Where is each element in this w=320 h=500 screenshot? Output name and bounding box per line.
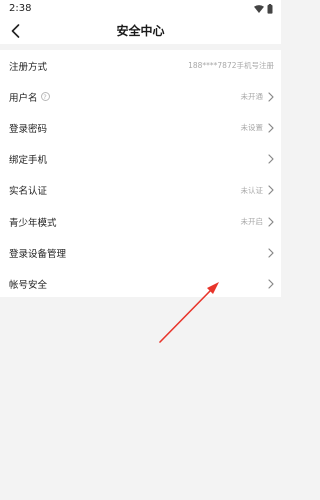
row-label-text: 帐号安全	[9, 279, 48, 291]
row-right	[263, 154, 274, 164]
back-arrow-icon	[11, 24, 19, 38]
row-bind-phone[interactable]: 绑定手机	[0, 144, 281, 175]
row-label-text: 登录密码	[9, 123, 48, 135]
row-real-name-auth[interactable]: 实名认证 未认证	[0, 175, 281, 206]
row-label: 青少年模式	[9, 215, 57, 229]
header-bar: 安全中心	[0, 17, 281, 44]
row-label: 登录密码	[9, 121, 47, 135]
chevron-right-icon	[267, 279, 274, 289]
row-label-text: 注册方式	[9, 61, 48, 73]
row-value: 未设置	[240, 123, 264, 133]
row-label: 登录设备管理	[9, 246, 66, 260]
row-login-password[interactable]: 登录密码 未设置	[0, 112, 281, 143]
chevron-right-icon	[267, 92, 274, 102]
row-right: 188****7872手机号注册	[188, 60, 274, 71]
row-right	[263, 248, 274, 258]
row-right: 未开启	[241, 216, 275, 227]
row-label-text: 用户名	[9, 92, 38, 104]
row-registration-method: 注册方式 188****7872手机号注册	[0, 50, 281, 81]
row-teen-mode[interactable]: 青少年模式 未开启	[0, 206, 281, 237]
status-time: 2:38	[9, 3, 32, 14]
status-bar: 2:38	[0, 0, 281, 17]
row-right: 未设置	[241, 122, 275, 133]
row-value: 未开启	[240, 217, 264, 227]
help-icon[interactable]: ?	[40, 92, 50, 102]
row-label: 用户名 ?	[9, 90, 50, 104]
chevron-right-icon	[267, 123, 274, 133]
page-title: 安全中心	[116, 24, 165, 38]
chevron-right-icon	[267, 248, 274, 258]
row-label-text: 实名认证	[9, 186, 48, 198]
row-label: 注册方式	[9, 59, 47, 73]
back-button[interactable]	[4, 20, 26, 42]
row-label-text: 登录设备管理	[9, 248, 67, 260]
chevron-right-icon	[267, 216, 274, 227]
row-label: 帐号安全	[9, 277, 47, 291]
row-account-security[interactable]: 帐号安全	[0, 268, 281, 299]
empty-background	[0, 297, 281, 500]
row-username[interactable]: 用户名 ? 未开通	[0, 81, 281, 112]
battery-icon	[267, 3, 273, 14]
row-label-text: 青少年模式	[9, 217, 57, 229]
wifi-icon	[254, 4, 264, 13]
row-label-text: 绑定手机	[9, 155, 48, 167]
row-value: 未开通	[240, 92, 264, 102]
status-icons	[254, 3, 273, 14]
chevron-right-icon	[267, 154, 274, 164]
row-label: 绑定手机	[9, 152, 47, 166]
row-login-device-management[interactable]: 登录设备管理	[0, 237, 281, 268]
row-right: 未认证	[241, 185, 275, 196]
settings-list: 注册方式 188****7872手机号注册 用户名 ? 未开通 登录密码 未设置	[0, 50, 281, 300]
row-right: 未开通	[241, 91, 275, 102]
row-right	[263, 279, 274, 289]
row-label: 实名认证	[9, 183, 47, 197]
chevron-right-icon	[267, 185, 274, 195]
row-value: 未认证	[240, 185, 264, 195]
row-value: 188****7872手机号注册	[188, 61, 274, 71]
